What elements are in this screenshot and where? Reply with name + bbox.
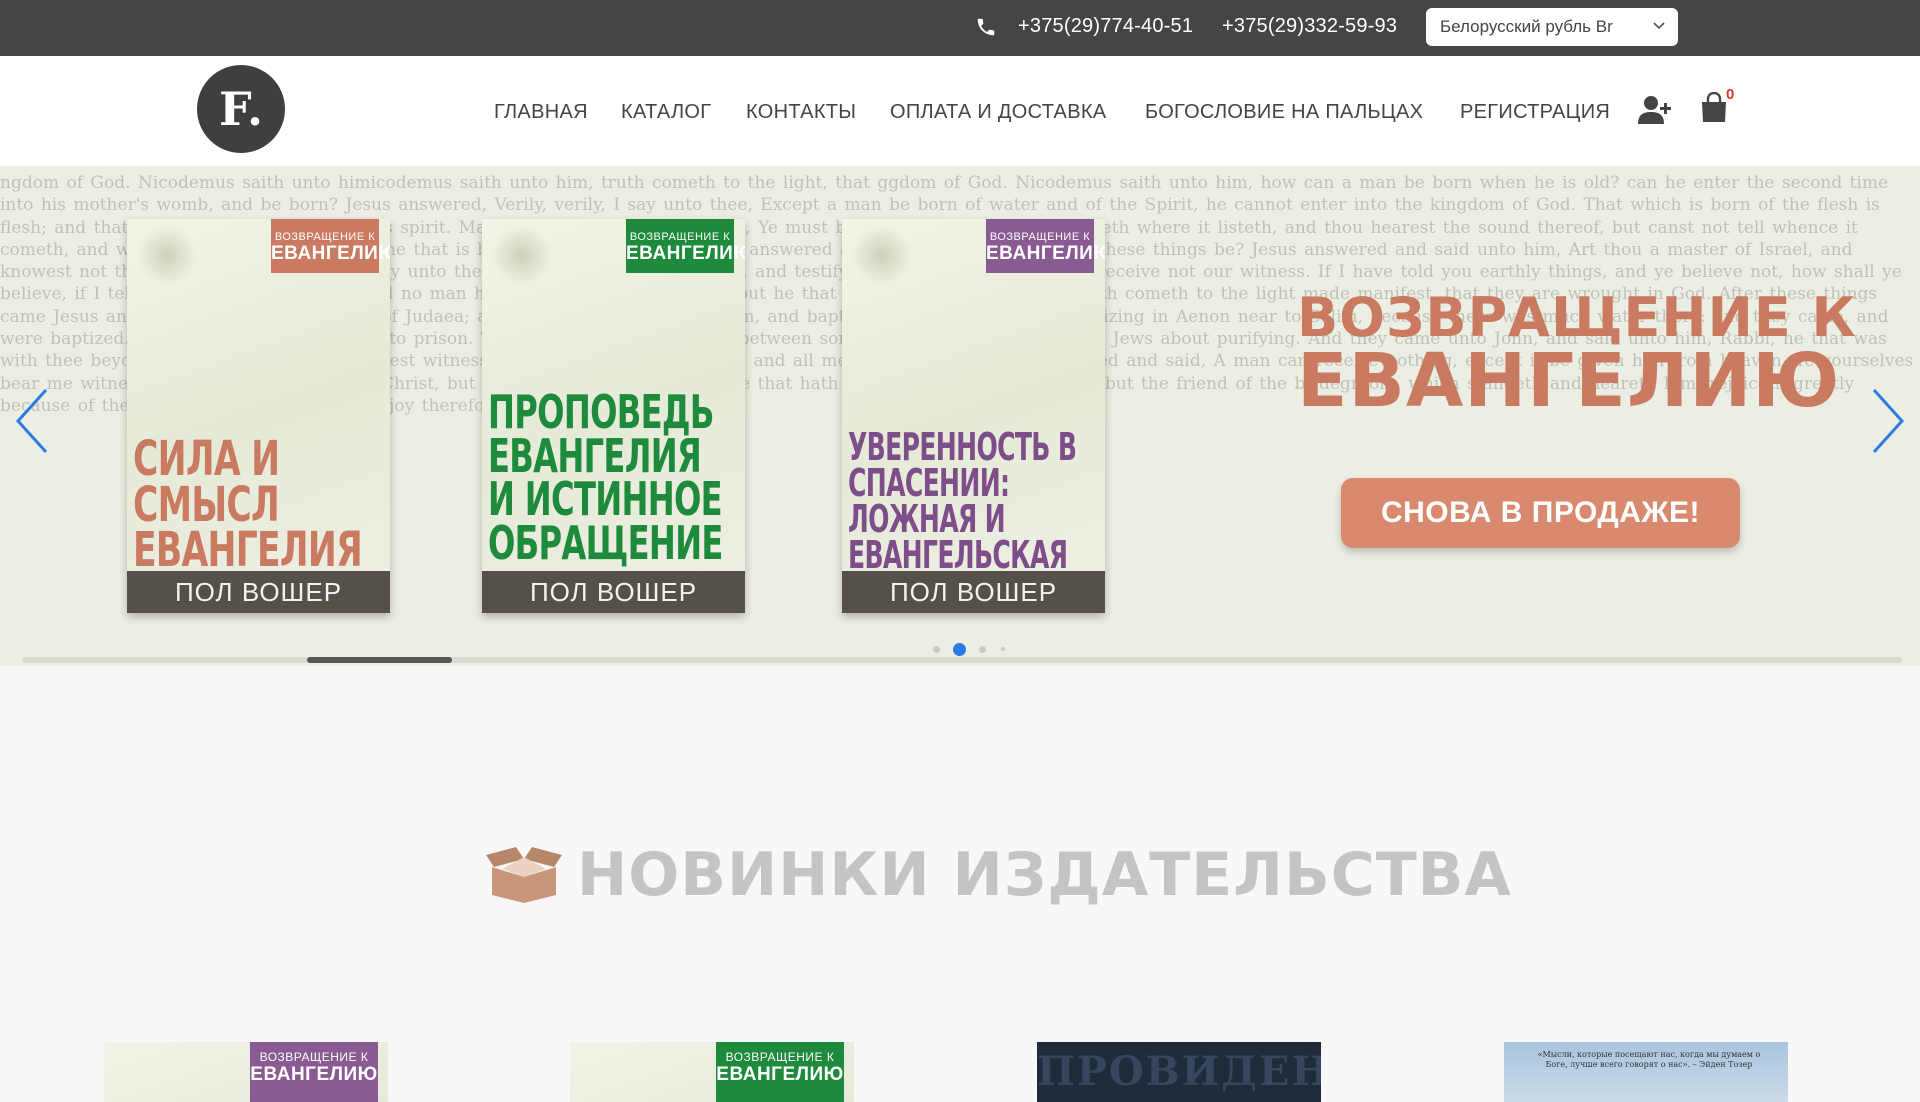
book-author: ПОЛ ВОШЕР [482,571,745,613]
chevron-down-icon [1653,22,1665,30]
book-title: УВЕРЕННОСТЬ В СПАСЕНИИ: ЛОЖНАЯ И ЕВАНГЕЛ… [848,425,1077,578]
nav-theology[interactable]: БОГОСЛОВИЕ НА ПАЛЬЦАХ [1145,101,1423,124]
series-badge: ВОЗВРАЩЕНИЕ К ЕВАНГЕЛИЮ [986,219,1105,273]
slider-dot[interactable] [1001,647,1005,651]
slider-prev-arrow-icon[interactable] [12,386,52,456]
open-box-icon [486,847,562,903]
slider-next-arrow-icon[interactable] [1868,386,1908,456]
nav-home[interactable]: ГЛАВНАЯ [494,101,588,124]
series-badge: ВОЗВРАЩЕНИЕ К ЕВАНГЕЛИЮ [271,219,390,273]
slider-dot-active[interactable] [953,643,966,656]
badge-line-2: ЕВАНГЕЛИЮ [271,243,390,264]
phone-link-2[interactable]: +375(29)332-59-93 [1222,15,1397,38]
site-header: F. ГЛАВНАЯ КАТАЛОГ КОНТАКТЫ ОПЛАТА И ДОС… [0,56,1920,166]
user-add-icon[interactable] [1638,94,1674,126]
badge-line-1: ВОЗВРАЩЕНИЕ К [629,231,731,243]
badge-line-2: ЕВАНГЕЛИЮ [716,1064,844,1085]
badge-line-1: ВОЗВРАЩЕНИЕ К [725,1050,835,1064]
phone-link-1[interactable]: +375(29)774-40-51 [1018,15,1193,38]
new-book-card-1[interactable]: ВОЗВРАЩЕНИЕ К ЕВАНГЕЛИЮ [104,1042,388,1102]
series-badge: ВОЗВРАЩЕНИЕ К ЕВАНГЕЛИЮ [250,1042,378,1102]
currency-value: Белорусский рубль Br [1440,17,1613,36]
slide-book-2[interactable]: ВОЗВРАЩЕНИЕ К ЕВАНГЕЛИЮ ПРОПОВЕДЬ ЕВАНГЕ… [482,219,745,613]
currency-select[interactable]: Белорусский рубль Br [1426,8,1678,46]
book-author: ПОЛ ВОШЕР [842,571,1105,613]
badge-line-2: ЕВАНГЕЛИЮ [250,1064,378,1085]
series-badge: ВОЗВРАЩЕНИЕ К ЕВАНГЕЛИЮ [626,219,745,273]
top-bar: +375(29)774-40-51 +375(29)332-59-93 Бело… [0,0,1920,56]
nav-contacts[interactable]: КОНТАКТЫ [746,101,856,124]
nav-payment-delivery[interactable]: ОПЛАТА И ДОСТАВКА [890,101,1106,124]
slider-dot[interactable] [979,646,986,653]
series-badge: ВОЗВРАЩЕНИЕ К ЕВАНГЕЛИЮ [716,1042,844,1102]
section-title-new-releases: НОВИНКИ ИЗДАТЕЛЬСТВА [577,840,1512,910]
cover-title: ПРОВИДЕНИЕ [1037,1048,1321,1095]
badge-line-1: ВОЗВРАЩЕНИЕ К [989,231,1091,243]
cover-texture [852,225,912,285]
cover-texture [137,225,197,285]
nav-catalog[interactable]: КАТАЛОГ [621,101,711,124]
slider-dot[interactable] [933,646,940,653]
nav-registration[interactable]: РЕГИСТРАЦИЯ [1460,101,1610,124]
slider-pagination [933,642,1013,658]
slide-book-3[interactable]: ВОЗВРАЩЕНИЕ К ЕВАНГЕЛИЮ УВЕРЕННОСТЬ В СП… [842,219,1105,613]
book-title: ПРОПОВЕДЬ ЕВАНГЕЛИЯ И ИСТИННОЕ ОБРАЩЕНИЕ [488,385,723,571]
book-author: ПОЛ ВОШЕР [127,571,390,613]
promo-headline-line-2: ЕВАНГЕЛИЮ [1297,338,1841,424]
cart-count-badge: 0 [1726,86,1735,103]
slide-book-1[interactable]: ВОЗВРАЩЕНИЕ К ЕВАНГЕЛИЮ СИЛА И СМЫСЛ ЕВА… [127,219,390,613]
cover-quote: «Мысли, которые посещают нас, когда мы д… [1537,1050,1761,1069]
logo-text: F. [218,82,264,136]
cover-texture [492,225,552,285]
badge-line-1: ВОЗВРАЩЕНИЕ К [274,231,376,243]
badge-line-2: ЕВАНГЕЛИЮ [626,243,745,264]
shopping-bag-icon[interactable] [1700,92,1728,124]
slider-scrollbar-thumb[interactable] [307,657,452,663]
book-title: СИЛА И СМЫСЛ ЕВАНГЕЛИЯ [133,431,363,579]
new-book-card-4[interactable]: «Мысли, которые посещают нас, когда мы д… [1504,1042,1788,1102]
new-book-card-3[interactable]: ПРОВИДЕНИЕ [1037,1042,1321,1102]
badge-line-1: ВОЗВРАЩЕНИЕ К [259,1050,369,1064]
new-book-card-2[interactable]: ВОЗВРАЩЕНИЕ К ЕВАНГЕЛИЮ [570,1042,854,1102]
hero-slider: ngdom of God. Nicodemus saith unto himic… [0,166,1920,666]
logo[interactable]: F. [197,65,285,153]
back-in-stock-button[interactable]: СНОВА В ПРОДАЖЕ! [1341,478,1740,548]
badge-line-2: ЕВАНГЕЛИЮ [986,243,1105,264]
slider-scrollbar-track[interactable] [22,657,1902,663]
phone-icon [977,18,995,36]
